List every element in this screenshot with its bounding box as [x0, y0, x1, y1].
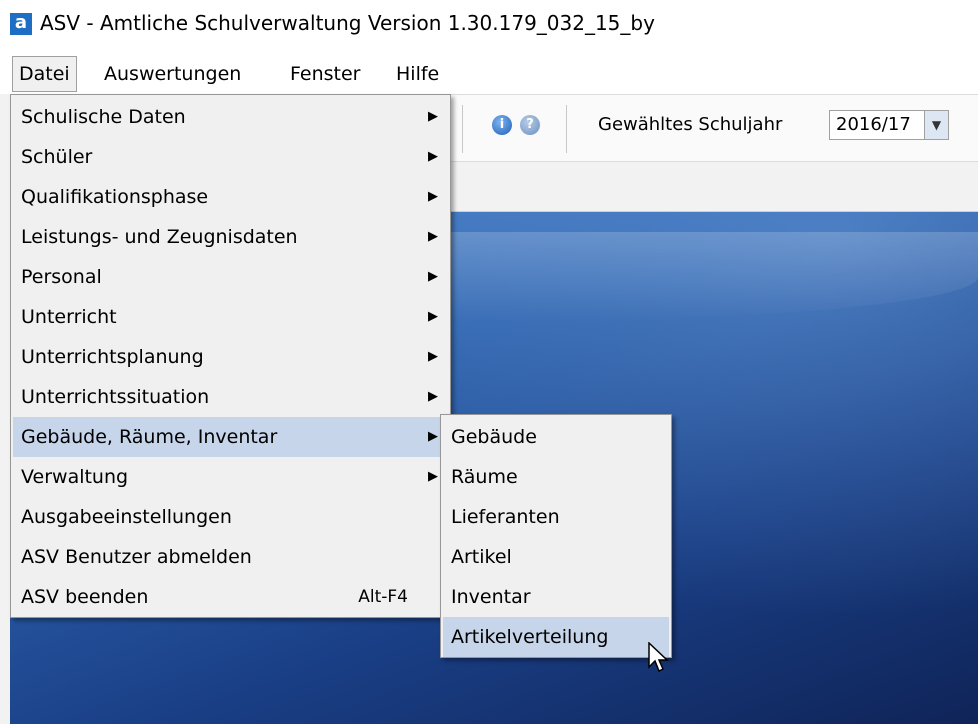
menu-item-label: Unterricht — [21, 306, 117, 328]
submenu-arrow-icon: ▶ — [428, 269, 438, 284]
menu-item-label: Qualifikationsphase — [21, 186, 209, 208]
menu-auswertungen[interactable]: Auswertungen — [98, 56, 247, 92]
menu-item-label: Unterrichtsplanung — [21, 346, 204, 368]
title-bar: a ASV - Amtliche Schulverwaltung Version… — [0, 0, 978, 48]
submenu-arrow-icon: ▶ — [428, 389, 438, 404]
help-icon[interactable]: ? — [520, 115, 540, 135]
toolbar-separator — [462, 105, 463, 153]
menu-datei[interactable]: Datei — [12, 56, 77, 92]
school-year-label: Gewähltes Schuljahr — [598, 114, 783, 135]
submenu-arrow-icon: ▶ — [428, 109, 438, 124]
menu-bar: Datei Auswertungen Fenster Hilfe — [0, 52, 978, 94]
submenu-arrow-icon: ▶ — [428, 349, 438, 364]
window-title: ASV - Amtliche Schulverwaltung Version 1… — [40, 11, 655, 35]
menu-item-label: ASV Benutzer abmelden — [21, 546, 252, 568]
submenu-item-lieferanten[interactable]: Lieferanten — [443, 497, 669, 537]
menu-item-verwaltung[interactable]: Verwaltung ▶ — [13, 457, 448, 497]
info-icon[interactable]: i — [492, 115, 512, 135]
submenu-arrow-icon: ▶ — [428, 469, 438, 484]
submenu-item-gebaeude[interactable]: Gebäude — [443, 417, 669, 457]
submenu-arrow-icon: ▶ — [428, 229, 438, 244]
menu-item-unterrichtsplanung[interactable]: Unterrichtsplanung ▶ — [13, 337, 448, 377]
menu-item-asv-beenden[interactable]: ASV beenden Alt-F4 — [13, 577, 448, 617]
menu-item-shortcut: Alt-F4 — [358, 587, 408, 607]
menu-item-unterricht[interactable]: Unterricht ▶ — [13, 297, 448, 337]
submenu-item-artikel[interactable]: Artikel — [443, 537, 669, 577]
submenu-arrow-icon: ▶ — [428, 429, 438, 444]
menu-item-qualifikationsphase[interactable]: Qualifikationsphase ▶ — [13, 177, 448, 217]
menu-item-label: Schulische Daten — [21, 106, 186, 128]
toolbar-separator — [566, 105, 567, 153]
menu-item-ausgabeeinstellungen[interactable]: Ausgabeeinstellungen — [13, 497, 448, 537]
menu-item-label: Leistungs- und Zeugnisdaten — [21, 226, 298, 248]
menu-item-label: Ausgabeeinstellungen — [21, 506, 232, 528]
menu-item-leistungsdaten[interactable]: Leistungs- und Zeugnisdaten ▶ — [13, 217, 448, 257]
menu-item-label: Verwaltung — [21, 466, 129, 488]
menu-item-unterrichtssituation[interactable]: Unterrichtssituation ▶ — [13, 377, 448, 417]
gebaeude-submenu: Gebäude Räume Lieferanten Artikel Invent… — [440, 414, 672, 658]
school-year-select[interactable]: 2016/17 ▼ — [829, 110, 949, 140]
submenu-arrow-icon: ▶ — [428, 189, 438, 204]
menu-item-schueler[interactable]: Schüler ▶ — [13, 137, 448, 177]
menu-item-label: Gebäude, Räume, Inventar — [21, 426, 278, 448]
menu-hilfe[interactable]: Hilfe — [390, 56, 445, 92]
menu-item-personal[interactable]: Personal ▶ — [13, 257, 448, 297]
menu-item-gebaeude-raeume-inventar[interactable]: Gebäude, Räume, Inventar ▶ — [13, 417, 448, 457]
submenu-item-inventar[interactable]: Inventar — [443, 577, 669, 617]
left-panel-edge — [0, 94, 10, 724]
submenu-item-artikelverteilung[interactable]: Artikelverteilung — [443, 617, 669, 657]
school-year-value: 2016/17 — [836, 114, 911, 135]
menu-item-label: Schüler — [21, 146, 93, 168]
asv-logo-icon: a — [10, 13, 32, 35]
menu-item-schulische-daten[interactable]: Schulische Daten ▶ — [13, 97, 448, 137]
menu-item-label: Unterrichtssituation — [21, 386, 210, 408]
datei-menu: Schulische Daten ▶ Schüler ▶ Qualifikati… — [10, 94, 451, 618]
menu-fenster[interactable]: Fenster — [284, 56, 366, 92]
menu-item-label: Personal — [21, 266, 102, 288]
menu-item-benutzer-abmelden[interactable]: ASV Benutzer abmelden — [13, 537, 448, 577]
submenu-arrow-icon: ▶ — [428, 309, 438, 324]
menu-item-label: ASV beenden — [21, 586, 149, 608]
chevron-down-icon[interactable]: ▼ — [924, 111, 948, 139]
submenu-item-raeume[interactable]: Räume — [443, 457, 669, 497]
submenu-arrow-icon: ▶ — [428, 149, 438, 164]
